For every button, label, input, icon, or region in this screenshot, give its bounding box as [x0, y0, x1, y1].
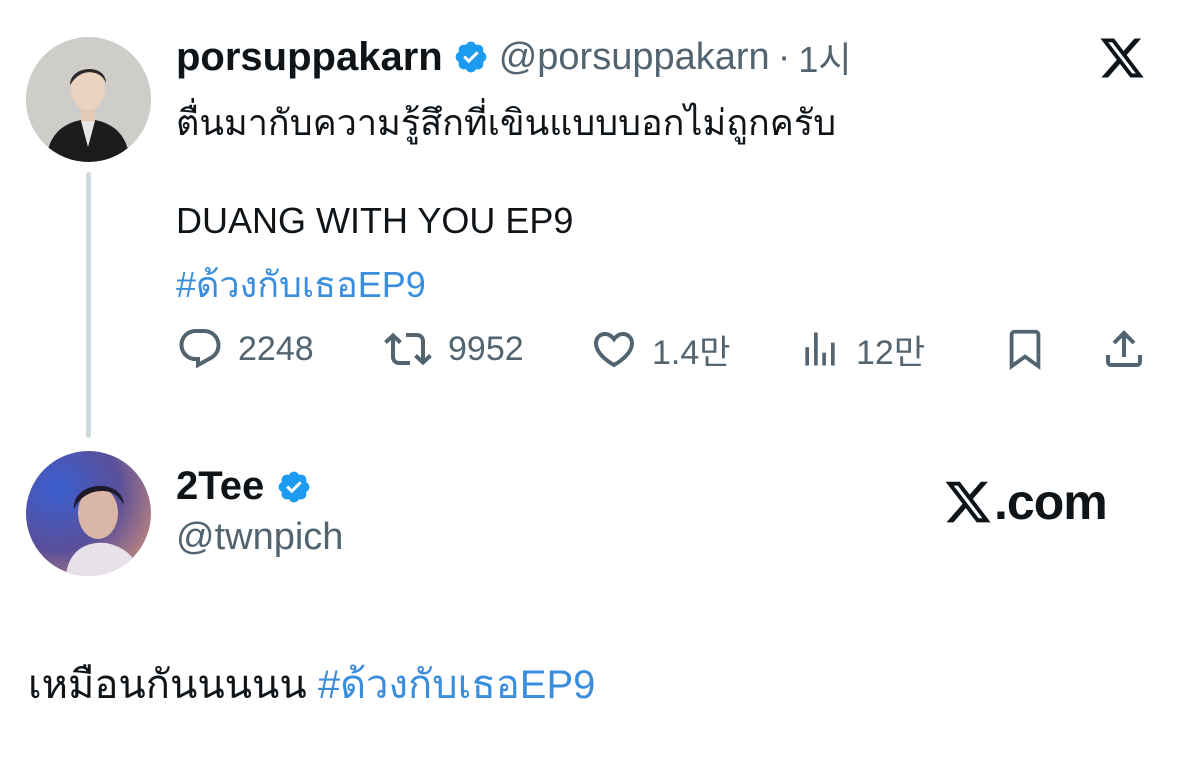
hashtag-link[interactable]: #ด้วงกับเธอEP9 — [176, 256, 426, 313]
heart-icon — [593, 332, 635, 368]
quoted-post-header: porsuppakarn @porsuppakarn · 1시 — [176, 32, 852, 82]
reply-count: 2248 — [238, 329, 314, 368]
author-name[interactable]: 2Tee — [176, 464, 264, 509]
thread-connector-line — [86, 172, 91, 438]
repost-icon — [384, 332, 432, 366]
analytics-icon — [805, 332, 835, 366]
author-avatar[interactable] — [26, 451, 151, 576]
like-count: 1.4만 — [652, 333, 731, 372]
reply-hashtag-link[interactable]: #ด้วงกับเธอEP9 — [318, 663, 596, 707]
reply-button[interactable]: 2248 — [176, 322, 314, 376]
author-header: 2Tee — [176, 464, 322, 509]
x-logo-icon — [945, 481, 991, 523]
x-com-branding[interactable]: .com — [942, 474, 1108, 530]
verified-badge-icon — [276, 469, 312, 505]
bookmark-icon — [1009, 329, 1041, 370]
quoted-author-handle[interactable]: @porsuppakarn — [499, 36, 770, 79]
reply-text: เหมือนกันนนนน — [28, 663, 318, 707]
quoted-post-text-line: DUANG WITH YOU EP9 — [176, 200, 574, 241]
author-handle[interactable]: @twnpich — [176, 516, 343, 559]
like-button[interactable]: 1.4만 — [590, 322, 731, 376]
repost-count: 9952 — [448, 329, 524, 368]
quoted-author-name[interactable]: porsuppakarn — [176, 35, 443, 80]
bookmark-button[interactable] — [1002, 322, 1048, 376]
reply-icon — [179, 329, 221, 369]
reply-post-text: เหมือนกันนนนน #ด้วงกับเธอEP9 — [28, 652, 595, 716]
verified-badge-icon — [453, 39, 489, 75]
views-button[interactable]: 12만 — [798, 322, 925, 376]
share-icon — [1106, 330, 1142, 367]
quoted-post-text: ตื่นมากับความรู้สึกที่เขินแบบบอกไม่ถูกคร… — [176, 102, 837, 143]
x-logo-icon[interactable] — [1097, 34, 1147, 82]
separator-dot: · — [777, 35, 791, 78]
repost-button[interactable]: 9952 — [382, 322, 524, 376]
post-timestamp[interactable]: 1시 — [798, 31, 851, 83]
share-button[interactable] — [1100, 322, 1148, 376]
site-domain-text: .com — [994, 474, 1108, 530]
post-action-bar: 2248 9952 1.4만 12만 — [176, 322, 1151, 376]
quoted-author-avatar[interactable] — [26, 37, 151, 162]
view-count: 12만 — [856, 333, 926, 372]
